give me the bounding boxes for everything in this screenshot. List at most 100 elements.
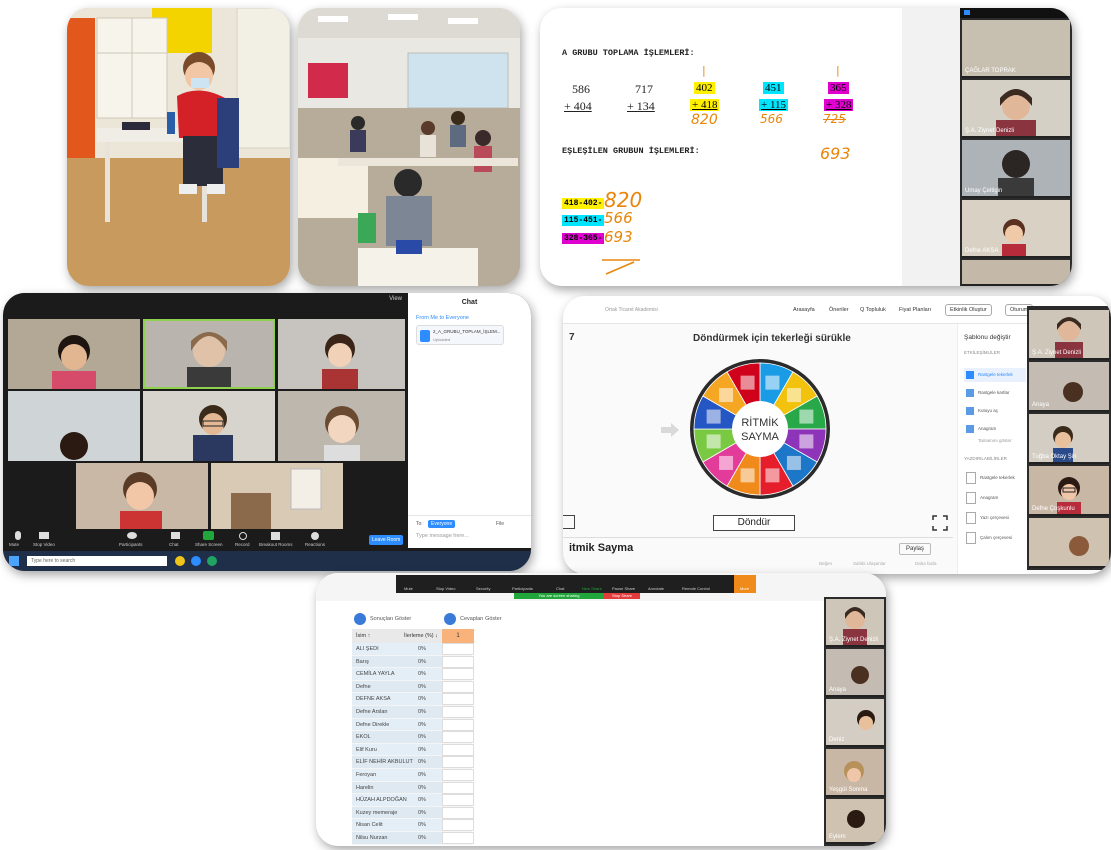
sidebar-item[interactable]: Yazı çerçevesi xyxy=(964,510,1026,526)
nav-link[interactable]: Fiyat Planları xyxy=(899,307,931,313)
sidebar-item[interactable]: Anagram xyxy=(964,490,1026,506)
spin-button[interactable]: Döndür xyxy=(713,515,795,531)
record-button[interactable]: Record xyxy=(235,542,250,547)
security-button[interactable]: Security xyxy=(476,586,490,591)
chat-button[interactable]: Chat xyxy=(556,586,564,591)
video-tile[interactable] xyxy=(278,319,405,389)
video-tile[interactable]: Ş.A. Ziynet Denizli xyxy=(826,599,884,647)
chat-button[interactable]: Chat xyxy=(169,542,179,547)
table-row[interactable]: Nisan Celit 0% xyxy=(352,819,474,832)
table-row[interactable]: Feroyan 0% xyxy=(352,769,474,782)
view-button[interactable]: View xyxy=(389,296,402,302)
table-row[interactable]: EKOL 0% xyxy=(352,731,474,744)
table-row[interactable]: Harelin 0% xyxy=(352,781,474,795)
table-row[interactable]: Defne 0% xyxy=(352,680,474,694)
reactions-button[interactable]: Reactions xyxy=(305,542,325,547)
zoom-app-icon[interactable] xyxy=(191,556,201,566)
create-activity-button[interactable]: Etkinlik Oluştur xyxy=(945,304,992,316)
table-row[interactable]: Defne Arslan 0% xyxy=(352,706,474,719)
table-row[interactable]: CEMİLA YAYLA 0% xyxy=(352,668,474,681)
video-tile[interactable]: Ş.A. Ziynet Denizli xyxy=(962,80,1070,138)
show-results-toggle[interactable] xyxy=(354,613,366,625)
more-link[interactable]: Daha fazla xyxy=(915,561,937,566)
mute-button[interactable]: Mute xyxy=(404,586,413,591)
spin-wheel[interactable]: RİTMİK SAYMA xyxy=(689,358,831,500)
table-row[interactable]: Nilsu Nurzan 0% xyxy=(352,832,474,845)
column-header-name[interactable]: İsim ↑ xyxy=(356,633,370,639)
leave-room-button[interactable]: Leave Room xyxy=(369,535,404,545)
annotate-button[interactable]: Annotate xyxy=(648,586,664,591)
video-tile[interactable]: Defne AKSA xyxy=(962,200,1070,258)
new-share-button[interactable]: New Share xyxy=(582,586,602,591)
share-button[interactable]: Paylaş xyxy=(899,543,932,555)
sidebar-item[interactable]: Kutuyu aç xyxy=(964,404,1026,418)
stop-video-button[interactable]: Stop Video xyxy=(436,586,456,591)
more-button[interactable]: More xyxy=(734,575,756,593)
sidebar-item[interactable]: Çalım çerçevesi xyxy=(964,530,1026,546)
like-link[interactable]: Beğen xyxy=(819,561,832,566)
table-row[interactable]: Kuzey memeraje 0% xyxy=(352,806,474,820)
share-screen-button[interactable]: Share Screen xyxy=(195,542,223,547)
video-tile-active-speaker[interactable] xyxy=(143,319,275,389)
nav-link[interactable]: Q Topluluk xyxy=(860,307,886,313)
video-tile[interactable]: Anaya xyxy=(826,649,884,697)
owner-link[interactable]: Sahibi Ulaşanlar xyxy=(853,561,886,566)
participants-button[interactable]: Participants xyxy=(119,542,143,547)
sidebar-item[interactable]: Anagram xyxy=(964,422,1026,436)
video-tile[interactable]: ÇAĞLAR TOPRAK xyxy=(962,20,1070,78)
video-tile[interactable]: Defne Çoşkunlu xyxy=(1029,466,1109,516)
sidebar-item-active[interactable]: Rastgele tekerlek xyxy=(964,368,1026,382)
pause-share-button[interactable]: Pause Share xyxy=(612,586,635,591)
video-tile[interactable]: Deniz xyxy=(826,699,884,747)
nav-link[interactable]: Öneriler xyxy=(829,307,849,313)
video-tile[interactable]: Eylem xyxy=(826,799,884,844)
breadcrumb[interactable]: Ortak Ticaret Akademisi xyxy=(605,307,658,313)
table-row[interactable]: Elif Kuru 0% xyxy=(352,743,474,757)
participants-button[interactable]: Participants xyxy=(512,586,533,591)
taskbar-search-box[interactable]: Type here to search xyxy=(27,556,167,566)
show-all-link[interactable]: Tamamını göster xyxy=(978,438,1012,443)
sidebar-item[interactable]: Rastgele kartlar xyxy=(964,386,1026,400)
sidebar-item[interactable]: Rastgele tekerlek xyxy=(964,470,1026,486)
table-row[interactable]: ALI ŞEDI 0% xyxy=(352,643,474,656)
video-tile[interactable]: Ş.A. Ziynet Denizli xyxy=(1029,310,1109,360)
chat-recipient-select[interactable]: Everyone xyxy=(428,520,456,528)
column-header-progress[interactable]: İlerleme (%) ↓ xyxy=(404,633,438,639)
video-tile[interactable] xyxy=(76,463,208,529)
stop-share-button[interactable]: Stop Share xyxy=(604,593,640,599)
video-strip: Ş.A. Ziynet Denizli Anaya Tuğba Oktay Şi… xyxy=(1027,306,1111,570)
taskbar: Type here to search xyxy=(3,551,531,571)
table-row[interactable]: Defne Direkle 0% xyxy=(352,718,474,732)
video-tile[interactable] xyxy=(1029,518,1109,568)
video-tile[interactable] xyxy=(962,260,1070,286)
video-tile[interactable] xyxy=(278,391,405,461)
wheel-segment-image xyxy=(765,468,780,483)
table-row[interactable]: ELİF NEHİR AKBULUT 0% xyxy=(352,756,474,769)
video-tile[interactable]: Umay Çeltigin xyxy=(962,140,1070,198)
table-row[interactable]: Barış 0% xyxy=(352,655,474,669)
column-header-question[interactable]: 1 xyxy=(442,629,474,643)
stop-video-button[interactable]: Stop Video xyxy=(33,542,55,547)
breakout-rooms-button[interactable]: Breakout Rooms xyxy=(259,542,293,547)
chat-input[interactable]: Type message here... xyxy=(416,533,469,539)
chat-file-button[interactable]: File xyxy=(496,521,504,527)
video-tile[interactable]: Yeşgül Sonma xyxy=(826,749,884,797)
table-row[interactable]: DEFNE AKSA 0% xyxy=(352,693,474,706)
chat-file-attachment[interactable]: 2_A_GRUBU_TOPLAM_İŞLEM... Uploaded xyxy=(416,325,504,345)
windows-start-icon[interactable] xyxy=(9,556,19,566)
table-row[interactable]: HÜZAH ALPDOĞAN 0% xyxy=(352,794,474,807)
remote-control-button[interactable]: Remote Control xyxy=(682,586,710,591)
file-explorer-icon[interactable] xyxy=(175,556,185,566)
video-tile[interactable] xyxy=(8,391,140,461)
video-tile[interactable] xyxy=(143,391,275,461)
chrome-icon[interactable] xyxy=(207,556,217,566)
fullscreen-icon[interactable] xyxy=(932,515,948,531)
show-answers-toggle[interactable] xyxy=(444,613,456,625)
video-tile[interactable]: Anaya xyxy=(1029,362,1109,412)
previous-button[interactable] xyxy=(563,515,575,529)
mute-button[interactable]: Mute xyxy=(9,542,19,547)
video-tile[interactable]: Tuğba Oktay Şin xyxy=(1029,414,1109,464)
video-tile[interactable] xyxy=(211,463,343,529)
nav-link[interactable]: Arasayfa xyxy=(793,307,815,313)
video-tile[interactable] xyxy=(8,319,140,389)
